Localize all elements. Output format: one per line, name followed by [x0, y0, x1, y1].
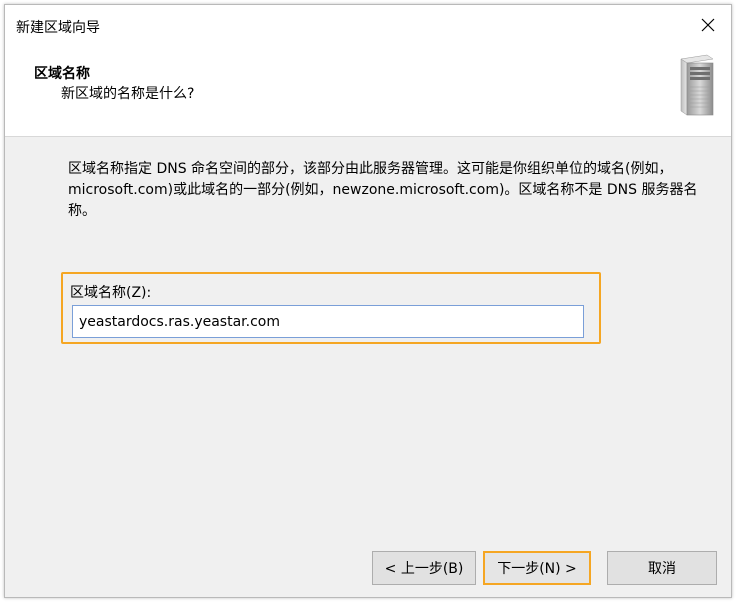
cancel-button[interactable]: 取消	[607, 551, 717, 585]
back-button[interactable]: < 上一步(B)	[372, 551, 476, 585]
window-title: 新建区域向导	[16, 20, 100, 36]
zone-name-group: 区域名称(Z):	[61, 272, 601, 344]
page-title: 区域名称	[34, 66, 90, 82]
wizard-dialog: 新建区域向导 区域名称 新区域的名称是什么? 区域名称指定 DNS 命名空间的部…	[4, 4, 732, 598]
title-bar: 新建区域向导	[5, 5, 731, 45]
close-icon	[701, 18, 715, 32]
server-icon	[680, 54, 714, 116]
zone-name-label: 区域名称(Z):	[70, 285, 152, 301]
wizard-header: 区域名称 新区域的名称是什么?	[5, 45, 731, 137]
zone-name-input[interactable]	[72, 305, 584, 338]
close-button[interactable]	[685, 5, 731, 45]
next-button[interactable]: 下一步(N) >	[483, 551, 591, 585]
page-subtitle: 新区域的名称是什么?	[61, 86, 195, 102]
zone-description: 区域名称指定 DNS 命名空间的部分，该部分由此服务器管理。这可能是你组织单位的…	[68, 161, 698, 219]
